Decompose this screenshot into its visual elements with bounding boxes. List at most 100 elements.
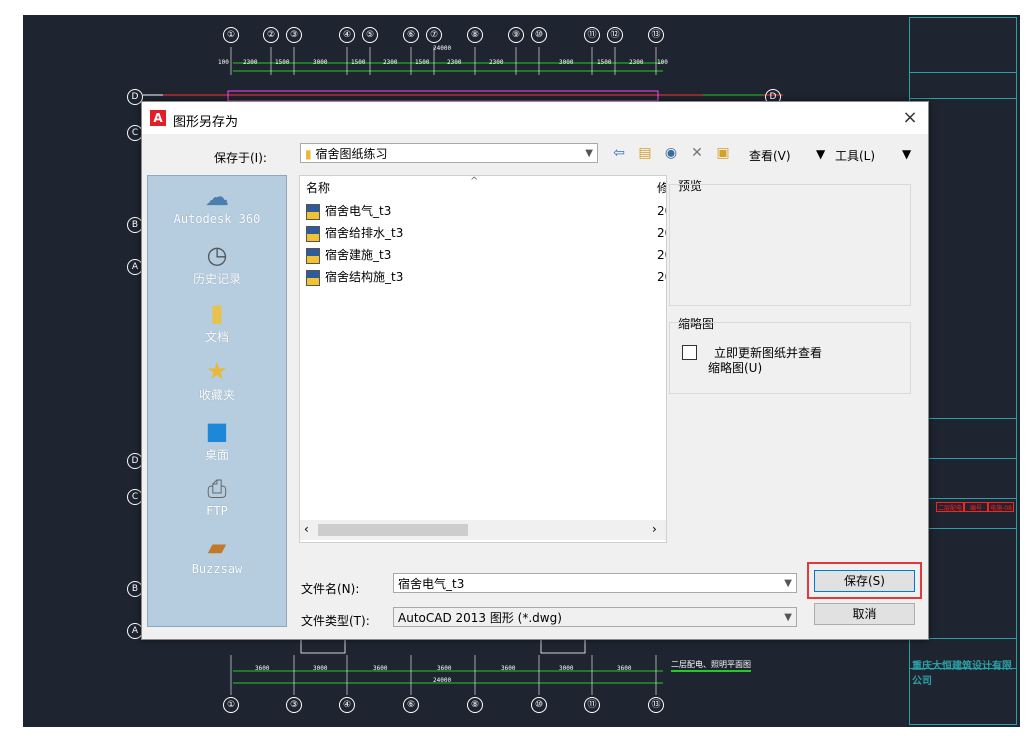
buzzsaw-icon: ▰ [207, 533, 227, 561]
cloud-icon: ☁ [205, 183, 229, 211]
file-name: 宿舍电气_t3 [325, 204, 392, 218]
axis-bubble: ⑥ [403, 27, 419, 43]
up-folder-icon[interactable]: ▤ [636, 144, 654, 162]
file-list[interactable]: 名称 修 ^ 宿舍电气_t3 20 宿舍给排水_t3 20 宿舍建施_t3 20… [299, 175, 667, 543]
column-header-modified[interactable]: 修 [657, 179, 666, 196]
dimension-label: 3600 [501, 665, 516, 672]
dialog-titlebar[interactable]: A 图形另存为 × [142, 102, 928, 134]
dimension-label: 1500 [275, 59, 290, 66]
filetype-dropdown[interactable]: AutoCAD 2013 图形 (*.dwg) ▼ [393, 607, 797, 627]
dwg-file-icon [306, 203, 320, 220]
place-label: 收藏夹 [198, 388, 235, 402]
back-icon[interactable]: ⇦ [610, 144, 628, 162]
file-name: 宿舍建施_t3 [325, 248, 392, 262]
company-name: 重庆大恒建筑设计有限公司 [912, 661, 1012, 687]
axis-bubble: ⑪ [584, 697, 600, 713]
file-row[interactable]: 宿舍电气_t3 [306, 201, 391, 221]
dimension-label: 2300 [489, 59, 504, 66]
place-autodesk-360[interactable]: ☁ Autodesk 360 [148, 182, 286, 226]
axis-bubble: ⑧ [467, 697, 483, 713]
update-thumbnail-checkbox[interactable] [682, 345, 697, 360]
axis-bubble: ④ [339, 697, 355, 713]
dimension-label: 100 [218, 59, 229, 66]
dimension-label: 3600 [437, 665, 452, 672]
file-row[interactable]: 宿舍建施_t3 [306, 245, 391, 265]
place-label: 历史记录 [192, 272, 241, 286]
ftp-icon: ⎙ [207, 475, 227, 503]
dimension-label: 1500 [597, 59, 612, 66]
documents-icon: ▮ [210, 299, 224, 327]
place-buzzsaw[interactable]: ▰ Buzzsaw [148, 532, 286, 576]
axis-bubble: ③ [286, 27, 302, 43]
places-sidebar: ☁ Autodesk 360 ◷ 历史记录 ▮ 文档 ★ 收藏夹 ■ 桌面 ⎙ … [147, 175, 287, 627]
dimension-label: 3600 [373, 665, 388, 672]
place-label: 桌面 [204, 448, 229, 462]
dwg-file-icon [306, 269, 320, 286]
title-block-mark: 电施-08 [988, 502, 1014, 512]
save-in-dropdown[interactable]: ▮ 宿舍图纸练习 ▼ [300, 143, 598, 163]
tools-menu[interactable]: 工具(L) [835, 147, 875, 164]
place-documents[interactable]: ▮ 文档 [148, 298, 286, 345]
history-icon: ◷ [206, 241, 228, 269]
dimension-label: 3000 [313, 59, 328, 66]
axis-bubble: ⑨ [508, 27, 524, 43]
plan-caption: 二层配电、照明平面图 [671, 659, 751, 672]
file-row[interactable]: 宿舍给排水_t3 [306, 223, 403, 243]
search-web-icon[interactable]: ◉ [662, 144, 680, 162]
favorites-icon: ★ [206, 357, 228, 385]
cancel-button[interactable]: 取消 [814, 603, 915, 625]
file-name: 宿舍结构施_t3 [325, 270, 404, 284]
dwg-file-icon [306, 225, 320, 242]
place-favorites[interactable]: ★ 收藏夹 [148, 356, 286, 403]
axis-bubble: ③ [286, 697, 302, 713]
dimension-label: 3000 [559, 665, 574, 672]
chevron-down-icon[interactable]: ▼ [784, 608, 792, 628]
desktop-icon: ■ [205, 417, 229, 445]
sort-caret-icon: ^ [470, 176, 479, 187]
filename-value: 宿舍电气_t3 [398, 577, 465, 591]
save-in-value: 宿舍图纸练习 [315, 147, 388, 161]
chevron-down-icon: ▼ [585, 148, 593, 159]
dialog-title: 图形另存为 [173, 115, 239, 130]
scroll-left-icon[interactable]: ‹ [304, 522, 309, 536]
dimension-label: 3000 [313, 665, 328, 672]
dimension-label: 2300 [629, 59, 644, 66]
dimension-label: 3600 [617, 665, 632, 672]
view-menu[interactable]: 查看(V) [749, 147, 791, 164]
scroll-right-icon[interactable]: › [652, 522, 657, 536]
close-icon[interactable]: × [900, 108, 920, 128]
axis-bubble: ⑧ [467, 27, 483, 43]
title-block-mark: 编号 [964, 502, 988, 512]
filetype-value: AutoCAD 2013 图形 (*.dwg) [398, 611, 562, 625]
axis-bubble: ⑬ [648, 697, 664, 713]
dimension-label: 1500 [415, 59, 430, 66]
file-row[interactable]: 宿舍结构施_t3 [306, 267, 403, 287]
delete-icon[interactable]: ✕ [688, 144, 706, 162]
axis-bubble: ⑤ [362, 27, 378, 43]
save-in-label: 保存于(I): [214, 151, 267, 165]
save-button[interactable]: 保存(S) [814, 570, 915, 592]
axis-bubble: ⑩ [531, 27, 547, 43]
total-dimension-label: 24000 [433, 45, 452, 52]
dimension-label: 2300 [243, 59, 258, 66]
new-folder-icon[interactable]: ▣ [714, 144, 732, 162]
tools-chevron-icon[interactable]: ▼ [902, 147, 911, 161]
dimension-label: 1500 [351, 59, 366, 66]
column-header-name[interactable]: 名称 [306, 179, 330, 196]
dimension-label: 2300 [383, 59, 398, 66]
chevron-down-icon[interactable]: ▼ [784, 574, 792, 594]
axis-bubble: ⑬ [648, 27, 664, 43]
folder-icon: ▮ [305, 147, 312, 161]
horizontal-scrollbar[interactable]: ‹ › [300, 520, 666, 540]
place-history[interactable]: ◷ 历史记录 [148, 240, 286, 287]
axis-bubble: ④ [339, 27, 355, 43]
place-label: Buzzsaw [191, 562, 243, 576]
place-label: 文档 [204, 330, 229, 344]
view-chevron-icon[interactable]: ▼ [816, 147, 825, 161]
place-ftp[interactable]: ⎙ FTP [148, 474, 286, 518]
filename-input[interactable]: 宿舍电气_t3 ▼ [393, 573, 797, 593]
place-desktop[interactable]: ■ 桌面 [148, 416, 286, 463]
save-as-dialog: A 图形另存为 × 保存于(I): ▮ 宿舍图纸练习 ▼ ⇦ ▤ ◉ ✕ ▣ 查… [141, 101, 929, 640]
scrollbar-thumb[interactable] [318, 524, 468, 536]
axis-bubble: ⑪ [584, 27, 600, 43]
